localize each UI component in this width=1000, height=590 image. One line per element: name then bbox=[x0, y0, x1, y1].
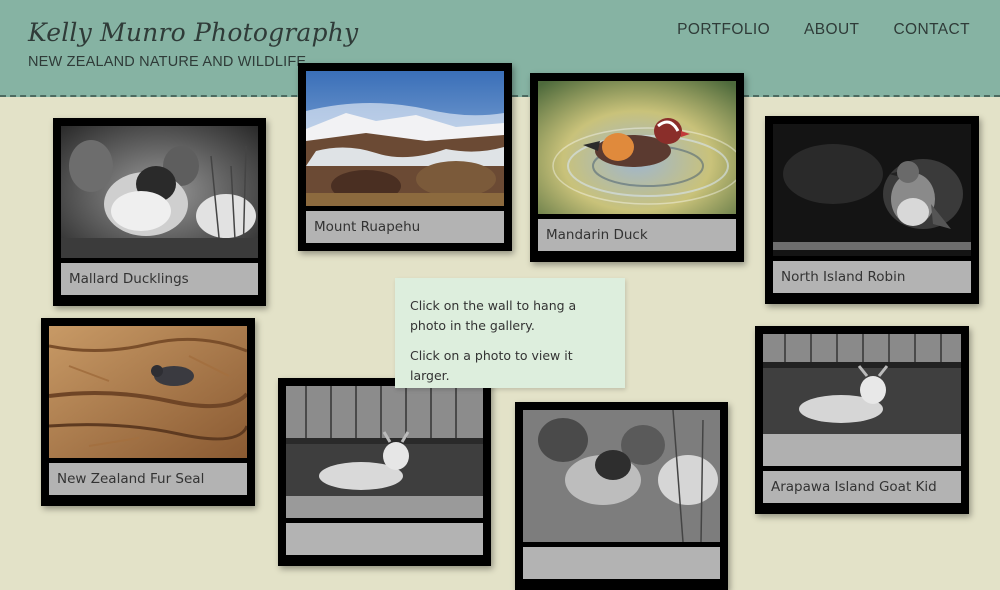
main-nav: PORTFOLIO ABOUT CONTACT bbox=[677, 21, 970, 39]
photo-frame-nz-fur-seal[interactable]: New Zealand Fur Seal bbox=[41, 318, 255, 506]
photo-caption bbox=[523, 547, 720, 579]
site-title[interactable]: Kelly Munro Photography bbox=[28, 18, 358, 47]
photo-caption: Arapawa Island Goat Kid bbox=[763, 471, 961, 503]
photo-north-island-robin[interactable] bbox=[773, 124, 971, 256]
photo-mandarin-duck[interactable] bbox=[538, 81, 736, 214]
photo-frame-goat-kid[interactable] bbox=[278, 378, 491, 566]
photo-nz-fur-seal[interactable] bbox=[49, 326, 247, 458]
photo-caption: Mount Ruapehu bbox=[306, 211, 504, 243]
photo-mount-ruapehu[interactable] bbox=[306, 71, 504, 206]
instructions-note: Click on the wall to hang a photo in the… bbox=[395, 278, 625, 388]
photo-frame-mallard-ducklings[interactable]: Mallard Ducklings bbox=[53, 118, 266, 306]
nav-contact[interactable]: CONTACT bbox=[893, 21, 970, 39]
photo-frame-mandarin-duck[interactable]: Mandarin Duck bbox=[530, 73, 744, 262]
photo-ducklings-2[interactable] bbox=[523, 410, 720, 542]
instruction-hang-photo: Click on the wall to hang a photo in the… bbox=[410, 298, 577, 333]
site-subtitle: NEW ZEALAND NATURE AND WILDLIFE bbox=[28, 54, 307, 70]
photo-arapawa-goat-kid[interactable] bbox=[763, 334, 961, 466]
photo-goat-kid[interactable] bbox=[286, 386, 483, 518]
photo-frame-mount-ruapehu[interactable]: Mount Ruapehu bbox=[298, 63, 512, 251]
photo-caption: Mandarin Duck bbox=[538, 219, 736, 251]
nav-portfolio[interactable]: PORTFOLIO bbox=[677, 21, 770, 39]
photo-caption bbox=[286, 523, 483, 555]
photo-caption: Mallard Ducklings bbox=[61, 263, 258, 295]
nav-about[interactable]: ABOUT bbox=[804, 21, 859, 39]
instruction-view-larger: Click on a photo to view it larger. bbox=[410, 348, 573, 383]
photo-mallard-ducklings[interactable] bbox=[61, 126, 258, 258]
photo-caption: North Island Robin bbox=[773, 261, 971, 293]
photo-frame-arapawa-goat-kid[interactable]: Arapawa Island Goat Kid bbox=[755, 326, 969, 514]
photo-frame-north-island-robin[interactable]: North Island Robin bbox=[765, 116, 979, 304]
photo-frame-ducklings-2[interactable] bbox=[515, 402, 728, 590]
photo-caption: New Zealand Fur Seal bbox=[49, 463, 247, 495]
